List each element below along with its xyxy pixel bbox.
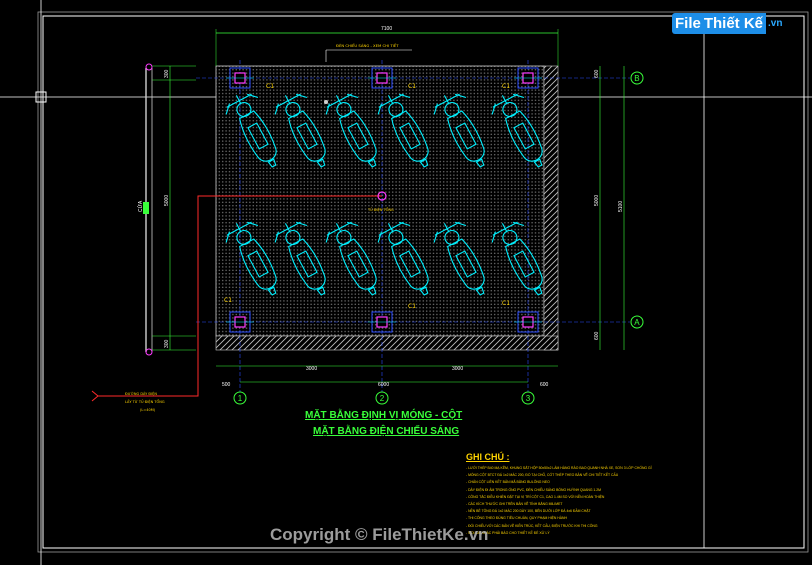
note-line: - DÂY ĐIỆN ĐI ÂM TRONG ỐNG PVC, ĐÈN CHIẾ… xyxy=(466,487,601,492)
dim-left-small-1: 300 xyxy=(164,69,170,78)
logo-part-1: File xyxy=(672,13,704,34)
logo-part-3: .vn xyxy=(768,18,783,29)
left-note-3: (L=40M) xyxy=(140,408,156,412)
column-label: C1 xyxy=(502,300,510,307)
note-line: - LƯỚI THÉP B40 MẠ KẼM, KHUNG SẮT HỘP 50… xyxy=(466,466,652,470)
copyright-watermark: Copyright © FileThietKe.vn xyxy=(270,525,489,544)
column-label: C1 xyxy=(408,303,416,310)
right-dimensions: 600 5000 600 5100 xyxy=(594,66,625,350)
dim-bottom-total: 6000 xyxy=(378,382,389,388)
center-note: TỦ ĐIỆN TỔNG xyxy=(367,207,394,212)
dim-top-total: 7100 xyxy=(381,26,392,32)
dim-bottom-seg-2: 3000 xyxy=(306,366,317,372)
note-line: - CÔNG TẮC ĐIỀU KHIỂN ĐẶT TẠI VỊ TRÍ CỘT… xyxy=(466,494,605,499)
top-note: ĐÈN CHIẾU SÁNG - XEM CHI TIẾT xyxy=(336,42,399,48)
grid-label-col: 2 xyxy=(380,394,385,403)
left-side-note: CỬA xyxy=(137,200,144,212)
note-line: - MÓNG CỘT BTCT ĐÁ 1x2 MÁC 200, ĐỔ TẠI C… xyxy=(466,473,619,478)
column-label: C1 xyxy=(224,297,232,304)
dim-bottom-seg-1: 500 xyxy=(222,382,231,388)
dim-left-small-2: 300 xyxy=(164,339,170,348)
column-label: C1 xyxy=(266,83,274,90)
note-line: - CÁC KÍCH THƯỚC GHI TRÊN BẢN VẼ TÍNH BẰ… xyxy=(466,502,563,506)
bottom-dimensions: 500 3000 3000 600 6000 xyxy=(216,365,558,388)
column-label: C1 xyxy=(408,83,416,90)
note-line: - CHÂN CỘT LIÊN KẾT BẢN MÃ BẰNG BULÔNG N… xyxy=(466,480,550,485)
dim-right-seg-3: 600 xyxy=(594,331,600,340)
filethietke-logo: File Thiết Kế .vn xyxy=(672,13,782,34)
cad-drawing-canvas: 7100 1 2 3 B A 500 3000 3000 600 6000 600 50… xyxy=(0,0,812,565)
dim-right-total: 5100 xyxy=(618,201,624,212)
grid-label-col: 1 xyxy=(238,394,243,403)
dim-right-seg-1: 600 xyxy=(594,69,600,78)
left-note-2: LẤY TỪ TỦ ĐIỆN TỔNG xyxy=(125,399,165,404)
left-fence: 5000 300 300 CỬA xyxy=(137,63,196,356)
dim-bottom-seg-3: 3000 xyxy=(452,366,463,372)
dim-right-seg-2: 5000 xyxy=(594,195,600,206)
grid-label-row: A xyxy=(634,318,640,327)
grid-label-col: 3 xyxy=(526,394,531,403)
notes-title: GHI CHÚ : xyxy=(466,452,510,462)
left-note-1: ĐƯỜNG DÂY ĐIỆN xyxy=(125,391,157,396)
note-line: - NỀN BÊ TÔNG ĐÁ 1x2 MÁC 200 DÀY 100, BÊ… xyxy=(466,509,591,514)
column-label: C1 xyxy=(502,83,510,90)
drawing-title-1: MẶT BẰNG ĐỊNH VỊ MÓNG - CỘT xyxy=(305,410,463,421)
bottom-wall-hatch xyxy=(215,335,559,351)
dim-bottom-seg-4: 600 xyxy=(540,382,549,388)
drawing-title-2: MẶT BẰNG ĐIỆN CHIẾU SÁNG xyxy=(313,426,460,437)
logo-part-2: Thiết Kế xyxy=(703,13,767,34)
note-line: - THI CÔNG THEO ĐÚNG TIÊU CHUẨN, QUY PHẠ… xyxy=(466,516,567,521)
dim-left-mid: 5000 xyxy=(164,195,170,206)
grid-label-row: B xyxy=(634,74,639,83)
right-wall-hatch xyxy=(543,65,559,351)
